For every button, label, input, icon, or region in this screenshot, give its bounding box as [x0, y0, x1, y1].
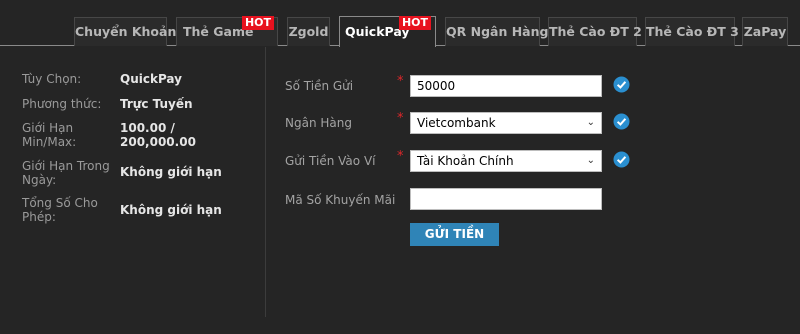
- daily-limit-label: Giới Hạn Trong Ngày:: [22, 159, 110, 187]
- daily-limit-value: Không giới hạn: [120, 165, 222, 179]
- chevron-down-icon: ⌄: [586, 117, 595, 128]
- tab-the-game[interactable]: Thẻ Game HOT: [176, 16, 278, 46]
- bank-label: Ngân Hàng: [285, 116, 352, 130]
- amount-input[interactable]: 50000: [410, 75, 602, 97]
- tab-the-cao-dt-3[interactable]: Thẻ Cào ĐT 3: [645, 17, 739, 46]
- tab-quickpay[interactable]: QuickPay HOT: [339, 16, 436, 47]
- option-value: QuickPay: [120, 72, 182, 86]
- tab-the-cao-dt-2[interactable]: Thẻ Cào ĐT 2: [548, 17, 642, 46]
- required-mark: *: [397, 149, 404, 164]
- chevron-down-icon: ⌄: [586, 155, 595, 166]
- method-value: Trực Tuyến: [120, 97, 193, 111]
- tab-label: QR Ngân Hàng: [446, 24, 549, 39]
- tab-label: Zgold: [288, 24, 329, 39]
- deposit-submit-button[interactable]: GỬI TIỀN: [410, 223, 499, 246]
- check-icon: [613, 76, 630, 93]
- required-mark: *: [397, 74, 404, 89]
- tab-label: ZaPay: [743, 24, 787, 39]
- option-label: Tùy Chọn:: [22, 72, 82, 86]
- promo-code-input[interactable]: [410, 188, 602, 210]
- amount-label: Số Tiền Gửi: [285, 79, 354, 93]
- wallet-select-value: Tài Khoản Chính: [417, 154, 514, 168]
- promo-code-label: Mã Số Khuyến Mãi: [285, 193, 396, 207]
- limit-value: 100.00 / 200,000.00: [120, 121, 196, 149]
- payment-method-tabs: Chuyển Khoản Thẻ Game HOT Zgold QuickPay…: [0, 0, 800, 47]
- tab-label: Thẻ Cào ĐT 2: [549, 24, 642, 39]
- bank-select[interactable]: Vietcombank ⌄: [410, 112, 602, 134]
- tab-chuyen-khoan[interactable]: Chuyển Khoản: [74, 17, 176, 46]
- total-allowed-value: Không giới hạn: [120, 203, 222, 217]
- wallet-label: Gửi Tiền Vào Ví: [285, 154, 376, 168]
- check-icon: [613, 151, 630, 168]
- tab-label: Chuyển Khoản: [75, 24, 177, 39]
- wallet-select[interactable]: Tài Khoản Chính ⌄: [410, 150, 602, 172]
- tab-qr-ngan-hang[interactable]: QR Ngân Hàng: [445, 17, 548, 46]
- total-allowed-label: Tổng Số Cho Phép:: [22, 196, 98, 224]
- tab-label: Thẻ Cào ĐT 3: [646, 24, 739, 39]
- bank-select-value: Vietcombank: [417, 116, 496, 130]
- tab-zgold[interactable]: Zgold: [287, 17, 330, 46]
- required-mark: *: [397, 111, 404, 126]
- check-icon: [613, 113, 630, 130]
- hot-badge: HOT: [398, 16, 431, 30]
- method-label: Phương thức:: [22, 97, 102, 111]
- tab-zapay[interactable]: ZaPay: [742, 17, 788, 46]
- hot-badge: HOT: [241, 16, 274, 30]
- limit-label: Giới Hạn Min/Max:: [22, 121, 77, 149]
